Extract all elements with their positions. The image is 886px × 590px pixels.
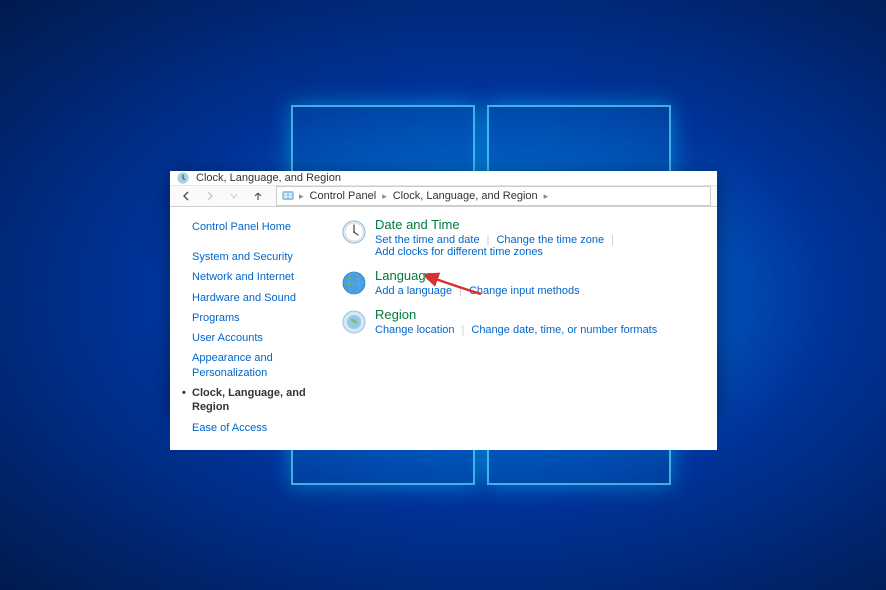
sidebar-item-appearance[interactable]: Appearance and Personalization	[192, 348, 323, 383]
breadcrumb[interactable]: ▸ Control Panel ▸ Clock, Language, and R…	[276, 186, 711, 206]
separator: |	[480, 234, 497, 246]
control-panel-home-link[interactable]: Control Panel Home	[192, 221, 323, 233]
chevron-right-icon: ▸	[542, 191, 551, 202]
language-heading[interactable]: Language	[375, 268, 707, 283]
up-button[interactable]	[248, 186, 268, 206]
add-clocks-link[interactable]: Add clocks for different time zones	[375, 246, 543, 258]
category-language: Language Add a language | Change input m…	[341, 268, 707, 297]
region-heading[interactable]: Region	[375, 307, 707, 322]
globe-icon	[341, 270, 367, 296]
change-timezone-link[interactable]: Change the time zone	[496, 234, 604, 246]
sidebar-item-system-security[interactable]: System and Security	[192, 247, 323, 267]
titlebar: Clock, Language, and Region	[170, 171, 717, 186]
category-region: Region Change location | Change date, ti…	[341, 307, 707, 336]
navigation-bar: ▸ Control Panel ▸ Clock, Language, and R…	[170, 186, 717, 207]
separator: |	[604, 234, 621, 246]
category-date-time: Date and Time Set the time and date | Ch…	[341, 217, 707, 258]
control-panel-window: Clock, Language, and Region ▸ Control Pa…	[170, 171, 717, 417]
sidebar-item-ease-access[interactable]: Ease of Access	[192, 418, 323, 438]
add-language-link[interactable]: Add a language	[375, 285, 452, 297]
sidebar-item-clock-lang-region[interactable]: Clock, Language, and Region	[192, 383, 323, 418]
chevron-right-icon: ▸	[297, 191, 306, 202]
recent-dropdown[interactable]	[224, 186, 244, 206]
sidebar-item-network-internet[interactable]: Network and Internet	[192, 267, 323, 287]
breadcrumb-clock-lang-region[interactable]: Clock, Language, and Region	[391, 190, 540, 202]
date-time-heading[interactable]: Date and Time	[375, 217, 707, 232]
change-location-link[interactable]: Change location	[375, 324, 455, 336]
control-panel-icon	[281, 189, 295, 203]
region-icon	[341, 309, 367, 335]
separator: |	[455, 324, 472, 336]
clock-icon	[341, 219, 367, 245]
clock-region-icon	[176, 171, 190, 185]
change-formats-link[interactable]: Change date, time, or number formats	[471, 324, 657, 336]
separator: |	[452, 285, 469, 297]
set-time-date-link[interactable]: Set the time and date	[375, 234, 480, 246]
main-panel: Date and Time Set the time and date | Ch…	[335, 207, 717, 450]
chevron-right-icon: ▸	[380, 191, 389, 202]
breadcrumb-control-panel[interactable]: Control Panel	[308, 190, 379, 202]
sidebar: Control Panel Home System and Security N…	[170, 207, 335, 450]
window-title: Clock, Language, and Region	[196, 172, 341, 184]
forward-button[interactable]	[200, 186, 220, 206]
sidebar-item-user-accounts[interactable]: User Accounts	[192, 328, 323, 348]
sidebar-item-hardware-sound[interactable]: Hardware and Sound	[192, 288, 323, 308]
content-area: Control Panel Home System and Security N…	[170, 207, 717, 450]
sidebar-item-programs[interactable]: Programs	[192, 308, 323, 328]
change-input-methods-link[interactable]: Change input methods	[469, 285, 580, 297]
back-button[interactable]	[176, 186, 196, 206]
